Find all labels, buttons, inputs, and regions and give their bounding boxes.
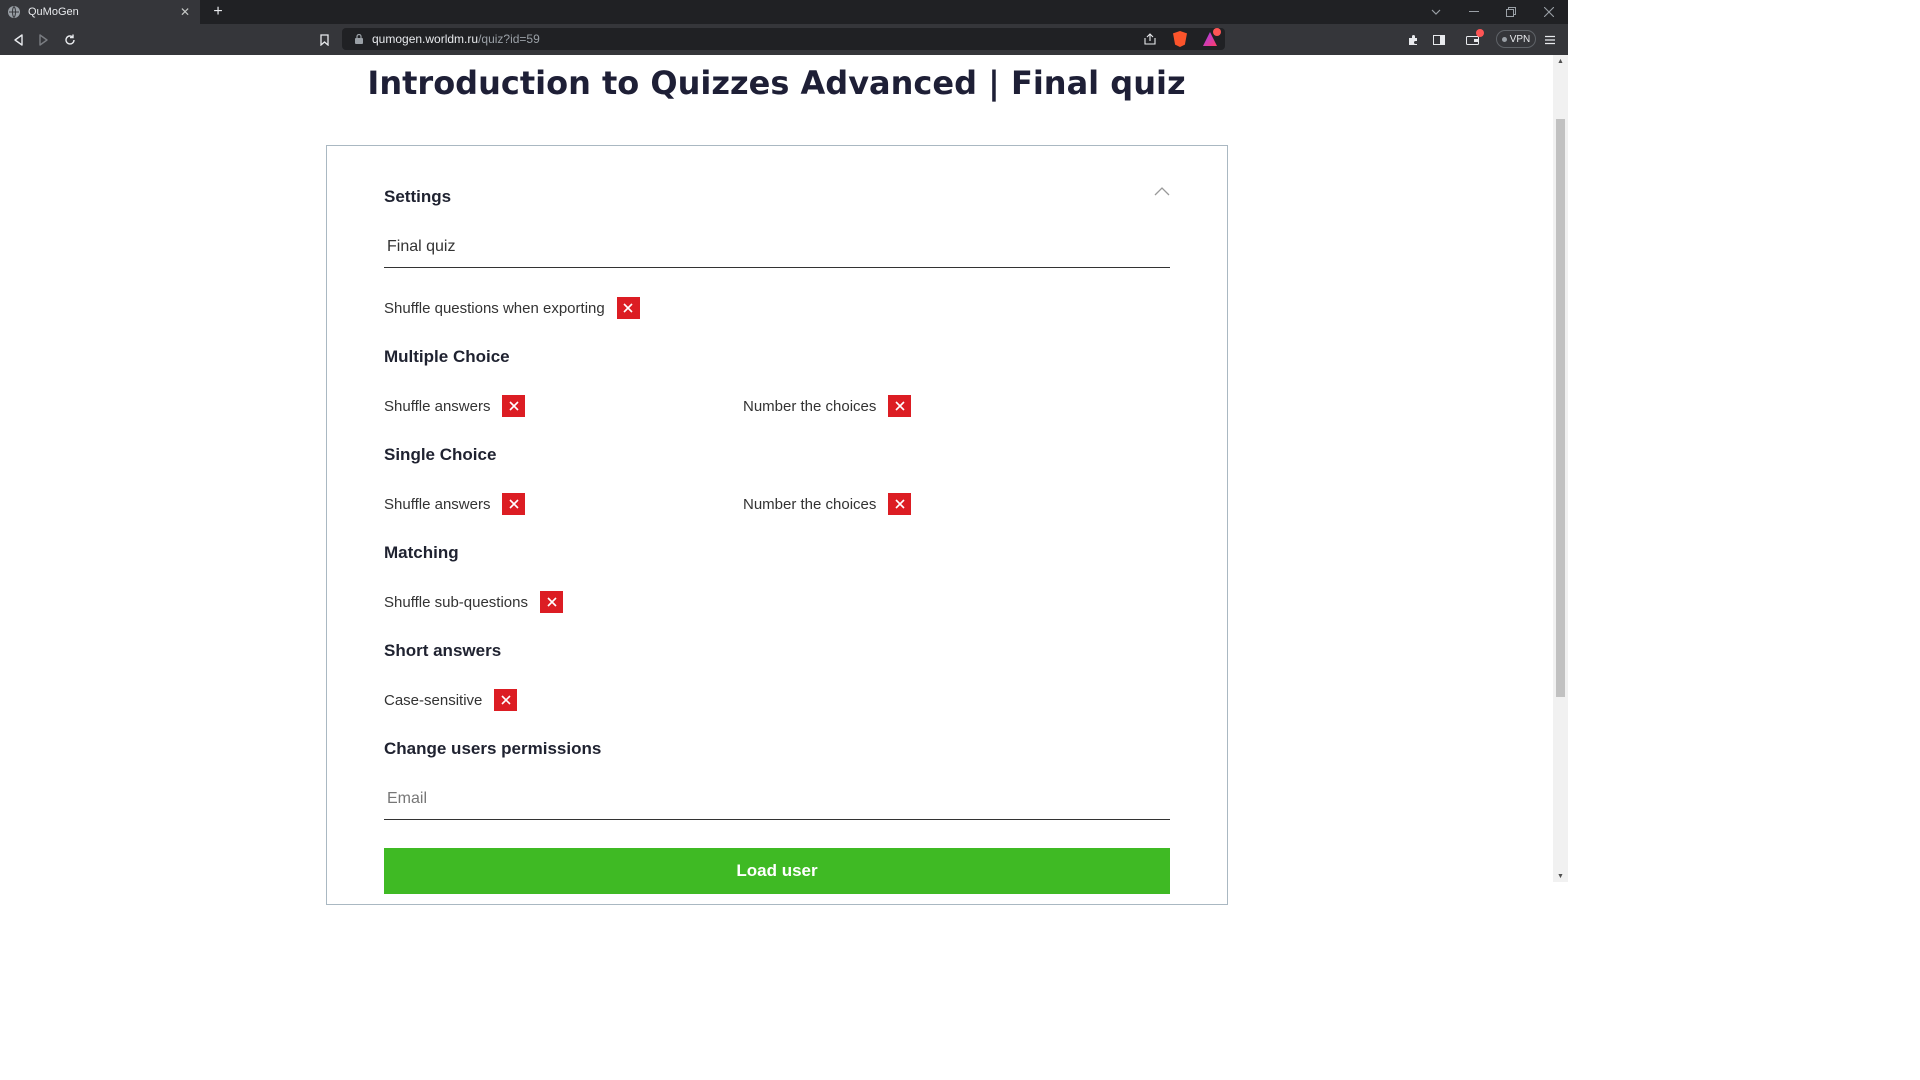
sc-shuffle-answers-option: Shuffle answers [384, 493, 526, 515]
mc-shuffle-answers-toggle[interactable] [502, 395, 526, 417]
vpn-label: VPN [1509, 33, 1531, 45]
minimize-icon[interactable] [1456, 0, 1492, 24]
shuffle-questions-label: Shuffle questions when exporting [384, 299, 605, 317]
permissions-heading: Change users permissions [384, 739, 602, 758]
tab-close-icon[interactable]: ✕ [178, 5, 192, 19]
multiple-choice-heading: Multiple Choice [384, 347, 510, 366]
shuffle-subquestions-label: Shuffle sub-questions [384, 593, 528, 611]
page-title: Introduction to Quizzes Advanced | Final… [367, 64, 1186, 102]
load-user-button[interactable]: Load user [384, 848, 1170, 894]
short-answers-heading: Short answers [384, 641, 502, 660]
vpn-button[interactable]: VPN [1496, 30, 1536, 48]
brave-rewards-icon[interactable] [1201, 28, 1221, 48]
sidebar-icon[interactable] [1429, 29, 1449, 51]
globe-icon [8, 6, 20, 18]
mc-number-choices-label: Number the choices [743, 397, 877, 415]
address-bar[interactable]: qumogen.worldm.ru/quiz?id=59 [342, 28, 1225, 50]
close-icon [501, 695, 511, 705]
brave-shields-icon[interactable] [1171, 30, 1189, 48]
forward-icon[interactable] [33, 29, 55, 51]
sc-number-choices-label: Number the choices [743, 495, 877, 513]
notification-badge [1213, 28, 1221, 36]
bookmark-icon[interactable] [313, 29, 335, 51]
restore-icon[interactable] [1493, 0, 1529, 24]
back-icon[interactable] [7, 29, 29, 51]
browser-toolbar: qumogen.worldm.ru/quiz?id=59 VPN [0, 24, 1568, 55]
case-sensitive-option: Case-sensitive [384, 689, 518, 711]
mc-number-choices-toggle[interactable] [888, 395, 912, 417]
sc-number-choices-option: Number the choices [743, 493, 912, 515]
close-window-icon[interactable] [1531, 0, 1567, 24]
close-icon [895, 499, 905, 509]
settings-heading: Settings [384, 187, 452, 206]
wallet-icon[interactable] [1462, 29, 1484, 51]
email-field[interactable]: Email [384, 784, 1170, 820]
shuffle-subquestions-option: Shuffle sub-questions [384, 591, 563, 613]
shuffle-subquestions-toggle[interactable] [540, 591, 563, 613]
shuffle-questions-toggle[interactable] [616, 297, 640, 319]
matching-heading: Matching [384, 543, 459, 562]
shuffle-questions-option: Shuffle questions when exporting [384, 297, 640, 319]
browser-tab-bar: QuMoGen ✕ + [0, 0, 1568, 24]
extensions-icon[interactable] [1403, 29, 1423, 51]
chevron-up-icon[interactable] [1154, 184, 1170, 196]
close-icon [509, 401, 519, 411]
close-icon [895, 401, 905, 411]
quiz-name-field[interactable]: Final quiz [384, 232, 1170, 268]
page-scrollbar[interactable]: ▲ ▼ [1553, 55, 1568, 882]
wallet-badge [1476, 29, 1484, 37]
sc-shuffle-answers-label: Shuffle answers [384, 495, 491, 513]
menu-icon[interactable] [1542, 29, 1558, 51]
close-icon [623, 303, 633, 313]
close-icon [509, 499, 519, 509]
scrollbar-thumb[interactable] [1556, 119, 1565, 697]
sc-number-choices-toggle[interactable] [888, 493, 912, 515]
reload-icon[interactable] [59, 29, 81, 51]
scroll-down-icon[interactable]: ▼ [1557, 873, 1564, 880]
scroll-up-icon[interactable]: ▲ [1557, 58, 1564, 65]
sc-shuffle-answers-toggle[interactable] [502, 493, 526, 515]
new-tab-button[interactable]: + [208, 2, 228, 22]
share-icon[interactable] [1141, 30, 1159, 48]
single-choice-heading: Single Choice [384, 445, 497, 464]
close-icon [546, 597, 557, 607]
tab-title: QuMoGen [28, 6, 79, 18]
vpn-status-dot [1501, 36, 1507, 42]
lock-icon [354, 34, 364, 44]
tab-search-icon[interactable] [1418, 0, 1454, 24]
browser-tab[interactable]: QuMoGen ✕ [0, 0, 200, 24]
case-sensitive-toggle[interactable] [494, 689, 518, 711]
mc-shuffle-answers-option: Shuffle answers [384, 395, 526, 417]
url-path: /quiz?id=59 [478, 32, 540, 46]
mc-number-choices-option: Number the choices [743, 395, 912, 417]
case-sensitive-label: Case-sensitive [384, 691, 483, 709]
url-host: qumogen.worldm.ru [372, 32, 479, 46]
mc-shuffle-answers-label: Shuffle answers [384, 397, 491, 415]
